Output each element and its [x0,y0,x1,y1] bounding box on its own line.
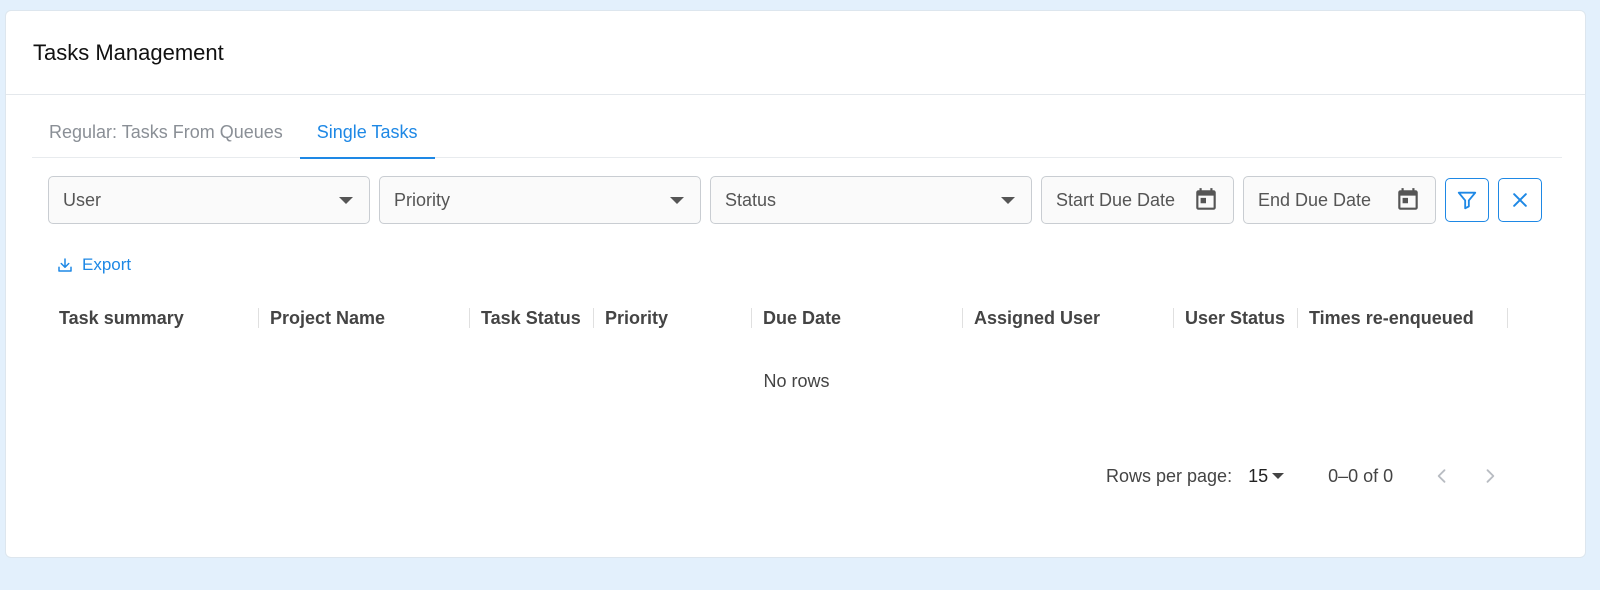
priority-select-label: Priority [394,189,451,210]
page-title: Tasks Management [33,39,224,65]
end-due-date-label: End Due Date [1258,189,1372,210]
rows-per-page-label: Rows per page: [1106,465,1233,486]
column-header-task-summary[interactable]: Task summary [48,298,259,338]
column-header-times-re-enqueued[interactable]: Times re-enqueued [1298,298,1508,338]
filter-icon [1457,191,1477,210]
column-header-project-name[interactable]: Project Name [259,298,470,338]
clear-filter-button[interactable] [1498,178,1542,222]
chevron-down-icon [339,196,353,204]
end-due-date-input[interactable]: End Due Date [1243,176,1436,224]
export-label: Export [82,255,132,274]
chevron-down-icon [670,196,684,204]
filter-bar: User Priority Status Start Due Date End … [48,176,1551,224]
close-icon [1513,193,1527,207]
rows-per-page-value: 15 [1248,465,1269,486]
empty-state: No rows [763,371,830,391]
previous-page-button[interactable] [1427,461,1457,491]
column-header-assigned-user[interactable]: Assigned User [963,298,1174,338]
tab-regular-tasks[interactable]: Regular: Tasks From Queues [32,107,300,158]
rows-per-page-select[interactable]: 15 [1248,466,1286,487]
column-header-priority[interactable]: Priority [594,298,752,338]
tab-single-tasks[interactable]: Single Tasks [299,107,435,159]
chevron-down-icon [1272,473,1285,479]
column-header-user-status[interactable]: User Status [1174,298,1298,338]
user-select[interactable]: User [48,176,370,224]
calendar-icon[interactable] [1395,187,1421,213]
chevron-right-icon [1486,469,1495,483]
start-due-date-label: Start Due Date [1056,189,1176,210]
status-select[interactable]: Status [710,176,1032,224]
priority-select[interactable]: Priority [379,176,701,224]
user-select-label: User [63,189,102,210]
download-icon [58,258,72,272]
next-page-button[interactable] [1475,461,1505,491]
export-button[interactable]: Export [56,255,131,275]
tab-bar: Regular: Tasks From Queues Single Tasks [32,107,1562,159]
status-select-label: Status [725,189,777,210]
page-range: 0–0 of 0 [1328,465,1394,486]
chevron-down-icon [1001,196,1015,204]
start-due-date-input[interactable]: Start Due Date [1041,176,1234,224]
apply-filter-button[interactable] [1445,178,1489,222]
table-header: Task summary Project Name Task Status Pr… [48,298,1545,338]
column-header-due-date[interactable]: Due Date [752,298,963,338]
tasks-card: Tasks Management Regular: Tasks From Que… [5,10,1586,558]
card-header: Tasks Management [6,11,1585,95]
calendar-icon[interactable] [1193,187,1219,213]
column-header-task-status[interactable]: Task Status [470,298,594,338]
chevron-left-icon [1437,469,1446,483]
pagination: Rows per page: 15 0–0 of 0 [1106,461,1505,491]
